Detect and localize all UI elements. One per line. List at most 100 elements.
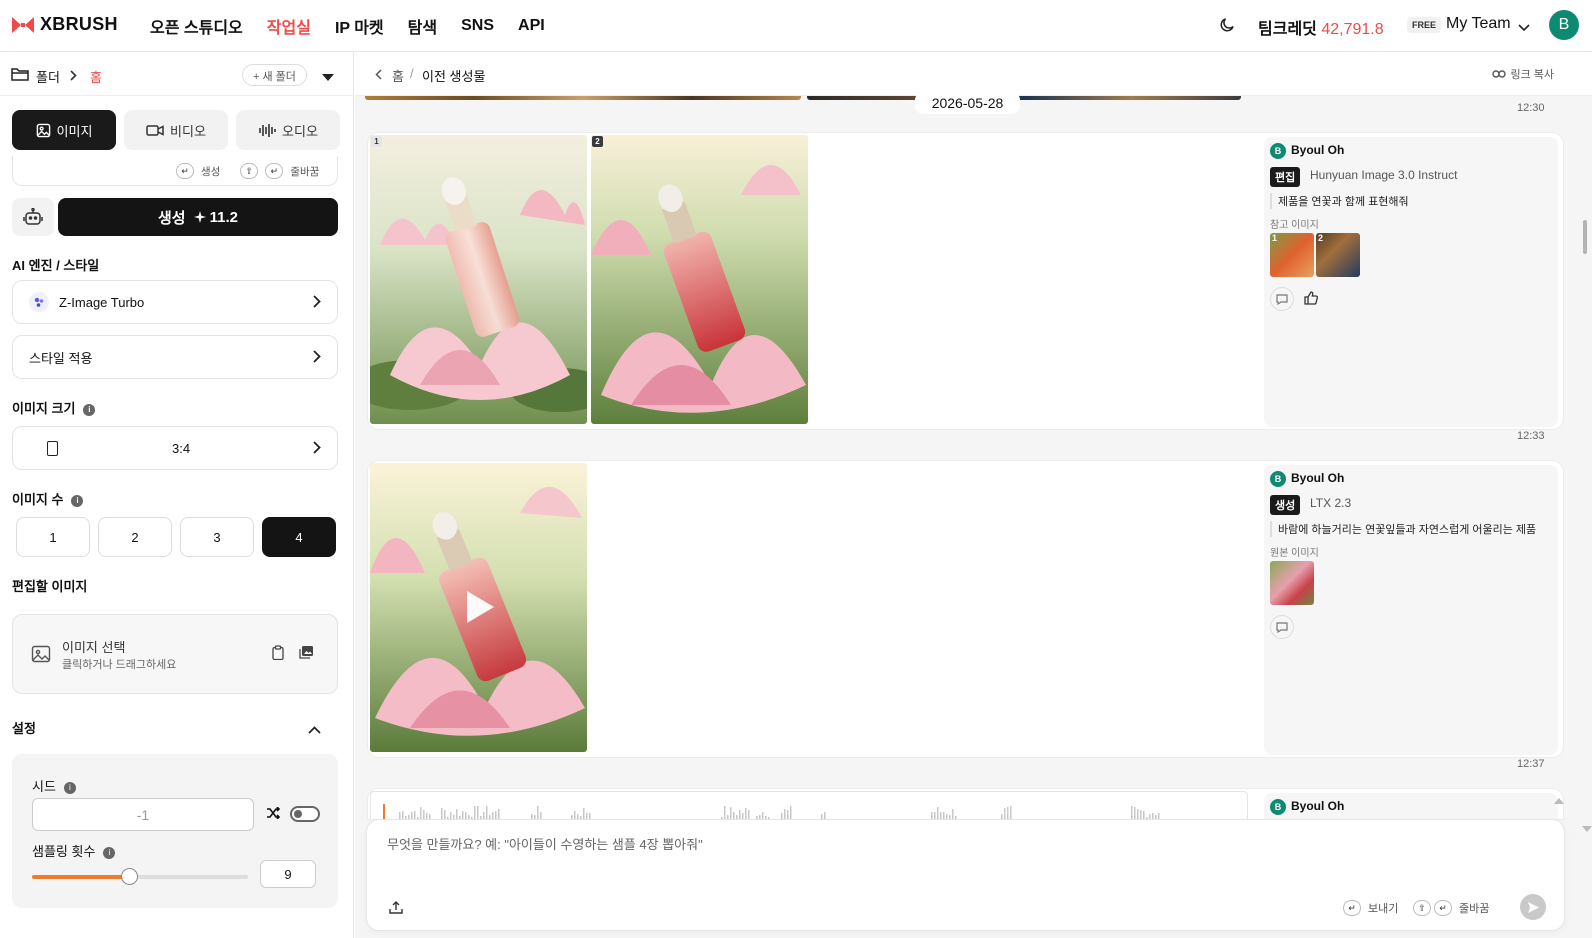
sidebar: 폴더 홈 + 새 폴더 이미지 비디오 오디오 ↵ 생성 ⇧ ↵ 줄바꿈 생성 … <box>0 52 354 938</box>
caret-down-icon[interactable] <box>322 70 334 85</box>
logo-text: XBRUSH <box>40 14 118 34</box>
info-icon[interactable]: i <box>103 846 116 859</box>
prompt-text: 제품을 연꽃과 함께 표현해줘 <box>1270 193 1409 209</box>
assistant-button[interactable] <box>12 198 54 236</box>
send-button[interactable] <box>1520 894 1546 920</box>
audio-waveform[interactable] <box>370 791 1248 819</box>
generated-image[interactable]: 2 <box>591 135 808 424</box>
chevron-down-icon[interactable] <box>1518 20 1530 35</box>
prompt-composer[interactable]: 무엇을 만들까요? 예: "아이들이 수영하는 샘플 4장 뽑아줘" ↵ 보내기… <box>367 820 1564 930</box>
comment-icon[interactable] <box>1270 615 1294 639</box>
folder-label[interactable]: 폴더 <box>36 67 60 86</box>
video-icon <box>146 124 164 136</box>
enter-key-icon: ↵ <box>1343 900 1361 916</box>
model-name: LTX 2.3 <box>1310 496 1352 510</box>
count-option-4[interactable]: 4 <box>262 517 336 557</box>
copy-link-button[interactable]: 링크 복사 <box>1492 66 1554 82</box>
waveform-bar <box>465 812 467 819</box>
prompt-input[interactable]: 무엇을 만들까요? 예: "아이들이 수영하는 샘플 4장 뽑아줘" <box>387 834 703 853</box>
tab-video[interactable]: 비디오 <box>124 110 228 150</box>
seed-input[interactable]: -1 <box>32 798 254 831</box>
sampling-slider[interactable] <box>32 868 248 885</box>
info-icon[interactable]: i <box>71 494 84 507</box>
source-thumbnail[interactable] <box>1270 561 1314 605</box>
nav-sns[interactable]: SNS <box>461 17 494 35</box>
upload-icon[interactable] <box>389 900 403 917</box>
count-option-2[interactable]: 2 <box>98 517 172 557</box>
nav-workspace[interactable]: 작업실 <box>267 14 311 38</box>
image-dropzone[interactable]: 이미지 선택 클릭하거나 드래그하세요 <box>12 614 338 694</box>
folder-current[interactable]: 홈 <box>90 67 102 86</box>
generation-card: B Byoul Oh 생성 LTX 2.3 바람에 하늘거리는 연꽃잎들과 자연스… <box>367 460 1564 758</box>
reference-thumbnail[interactable]: 1 <box>1270 233 1314 277</box>
moon-icon[interactable] <box>1218 16 1236 37</box>
shift-key-icon: ⇧ <box>240 163 259 179</box>
waveform-bar <box>411 812 413 819</box>
size-value: 3:4 <box>172 440 191 456</box>
new-folder-button[interactable]: + 새 폴더 <box>242 64 307 86</box>
audio-waveform-icon <box>259 123 276 137</box>
settings-section-title[interactable]: 설정 <box>12 718 36 737</box>
generate-button[interactable]: 생성 11.2 <box>58 198 338 236</box>
info-icon[interactable]: i <box>83 403 96 416</box>
waveform-bar <box>762 812 764 819</box>
thumbs-up-icon[interactable] <box>1304 291 1318 308</box>
link-icon <box>1492 70 1507 78</box>
breadcrumb-home[interactable]: 홈 <box>392 66 404 85</box>
source-label: 원본 이미지 <box>1270 548 1319 559</box>
avatar[interactable]: B <box>1549 10 1579 40</box>
image-index-badge: 2 <box>592 136 603 147</box>
generated-video[interactable] <box>370 463 587 752</box>
nav-open-studio[interactable]: 오픈 스튜디오 <box>150 14 243 38</box>
engine-selector[interactable]: Z-Image Turbo <box>12 280 338 324</box>
comment-icon[interactable] <box>1270 287 1294 311</box>
waveform-bar <box>486 806 488 819</box>
logo[interactable]: XBRUSH <box>12 14 118 35</box>
style-selector[interactable]: 스타일 적용 <box>12 335 338 379</box>
style-value: 스타일 적용 <box>29 350 93 366</box>
waveform-bar <box>787 810 789 819</box>
clipboard-icon[interactable] <box>272 645 284 663</box>
nav-api[interactable]: API <box>518 17 545 35</box>
sampling-slider-handle[interactable] <box>121 868 139 885</box>
shuffle-icon[interactable] <box>266 806 281 822</box>
chevron-left-icon[interactable] <box>375 68 382 83</box>
info-icon[interactable]: i <box>63 781 76 794</box>
waveform-bar <box>781 813 783 819</box>
nav-ip-market[interactable]: IP 마켓 <box>335 14 384 38</box>
scrollbar-thumb[interactable] <box>1583 220 1587 254</box>
engine-value: Z-Image Turbo <box>59 294 145 310</box>
chevron-right-icon <box>313 295 321 311</box>
top-bar: XBRUSH 오픈 스튜디오 작업실 IP 마켓 탐색 SNS API 팀크레딧… <box>0 0 1592 52</box>
generation-meta: B Byoul Oh <box>1264 793 1558 819</box>
scroll-down-icon[interactable] <box>1582 820 1592 835</box>
waveform-bar <box>492 812 494 819</box>
play-icon[interactable] <box>459 588 497 626</box>
count-option-1[interactable]: 1 <box>16 517 90 557</box>
generation-meta: B Byoul Oh 편집 Hunyuan Image 3.0 Instruct … <box>1264 137 1558 427</box>
newline-shortcut-hint: ⇧ ↵ 줄바꿈 <box>1413 900 1489 916</box>
waveform-bar <box>456 809 458 819</box>
prompt-area-collapsed[interactable]: ↵ 생성 ⇧ ↵ 줄바꿈 <box>12 156 338 186</box>
author-avatar: B <box>1270 799 1286 815</box>
team-selector[interactable]: My Team <box>1446 15 1511 33</box>
generated-image[interactable]: 1 <box>370 135 587 424</box>
waveform-bar <box>420 807 422 819</box>
count-option-3[interactable]: 3 <box>180 517 254 557</box>
tab-image[interactable]: 이미지 <box>12 110 116 150</box>
image-size-selector[interactable]: 3:4 <box>12 426 338 470</box>
sampling-count-input[interactable]: 9 <box>260 860 316 888</box>
reference-thumbnail[interactable]: 2 <box>1316 233 1360 277</box>
scroll-up-icon[interactable] <box>1554 792 1564 807</box>
waveform-bar <box>1140 810 1142 819</box>
seed-random-toggle[interactable] <box>290 806 320 822</box>
waveform-bar <box>402 811 404 819</box>
tab-audio[interactable]: 오디오 <box>236 110 340 150</box>
nav-explore[interactable]: 탐색 <box>408 14 437 38</box>
waveform-bar <box>742 813 744 819</box>
gallery-icon[interactable] <box>299 646 313 662</box>
enter-key-icon: ↵ <box>265 163 284 179</box>
chevron-up-icon[interactable] <box>308 722 321 737</box>
shortcut-newline-label: 줄바꿈 <box>290 165 320 178</box>
waveform-bar <box>426 813 428 819</box>
